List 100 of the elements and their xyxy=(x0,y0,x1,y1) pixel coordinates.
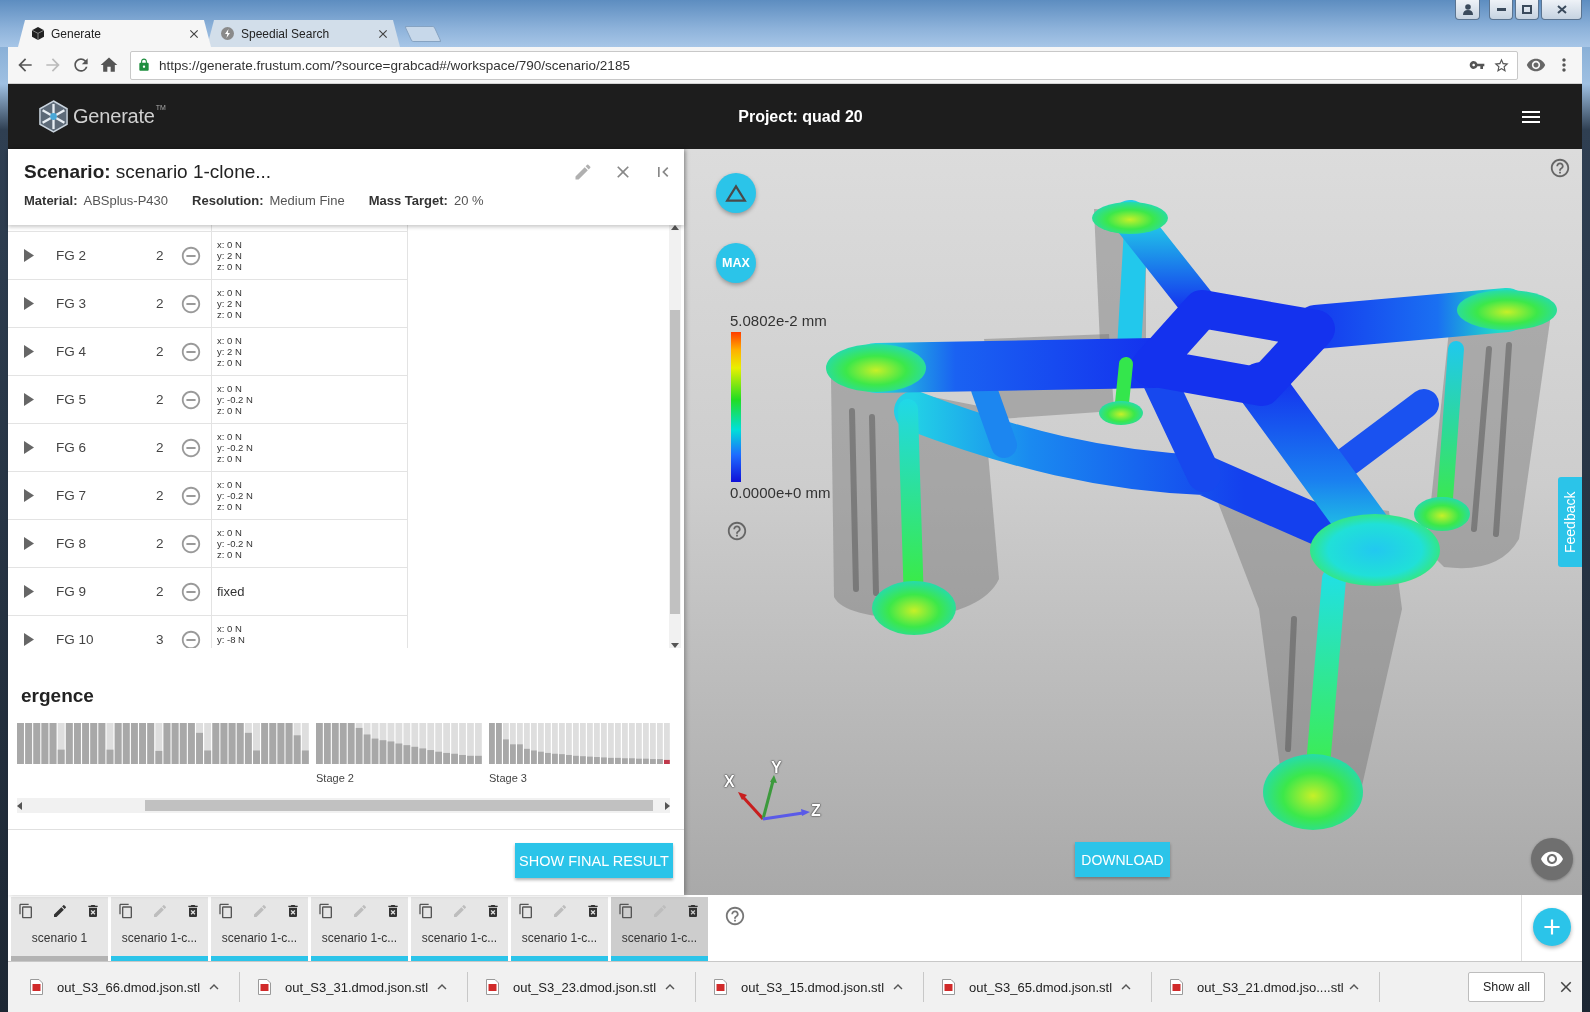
right-triangle-icon[interactable] xyxy=(24,297,34,310)
trash-icon[interactable] xyxy=(85,903,101,919)
stage-label: Stage 3 xyxy=(489,772,527,784)
force-component: y: -0.2 N xyxy=(217,394,253,405)
download-file-name[interactable]: out_S3_23.dmod.json.stl xyxy=(513,979,657,995)
download-file-name[interactable]: out_S3_15.dmod.json.stl xyxy=(741,979,885,995)
legend-max-label: 5.0802e-2 mm xyxy=(730,312,827,329)
scenario-tab[interactable]: scenario 1-c... xyxy=(111,897,208,961)
force-component: y: -0.2 N xyxy=(217,538,253,549)
right-triangle-icon[interactable] xyxy=(24,249,34,262)
trash-icon[interactable] xyxy=(385,903,401,919)
3d-viewport[interactable]: MAX 5.0802e-2 mm 0.0000e+0 mm X Y Z DOWNLOAD Feedback xyxy=(684,149,1582,895)
download-file-name[interactable]: out_S3_31.dmod.json.stl xyxy=(285,979,429,995)
force-component: x: 0 N xyxy=(217,479,242,490)
scenario-tab[interactable]: scenario 1-c... xyxy=(511,897,608,961)
scenario-tab[interactable]: scenario 1-c... xyxy=(611,897,708,961)
right-triangle-icon[interactable] xyxy=(24,537,34,550)
property-label: Material: xyxy=(24,192,78,208)
download-file-name[interactable]: out_S3_66.dmod.json.stl xyxy=(57,979,201,995)
face-count: 2 xyxy=(156,536,164,551)
address-bar[interactable]: https://generate.frustum.com/?source=grabcad#/workspace/790/scenario/2185 xyxy=(130,50,1518,80)
delta-button[interactable] xyxy=(716,173,756,213)
horizontal-scrollbar[interactable] xyxy=(17,798,670,813)
force-group-name: FG 2 xyxy=(56,248,86,263)
scenario-tab[interactable]: scenario 1 xyxy=(11,897,108,961)
right-triangle-icon[interactable] xyxy=(24,441,34,454)
vertical-scrollbar[interactable] xyxy=(669,225,681,648)
copy-icon[interactable] xyxy=(218,903,234,919)
section-title: ergence xyxy=(21,685,94,707)
copy-icon[interactable] xyxy=(18,903,34,919)
help-icon[interactable] xyxy=(724,905,746,927)
property-label: Mass Target: xyxy=(368,192,448,208)
minimize-button[interactable] xyxy=(1489,0,1513,20)
right-triangle-icon[interactable] xyxy=(24,393,34,406)
copy-icon[interactable] xyxy=(118,903,134,919)
force-component: x: 0 N xyxy=(217,527,242,538)
copy-icon[interactable] xyxy=(318,903,334,919)
force-component: x: 0 N xyxy=(217,335,242,346)
maximize-icon xyxy=(1522,5,1532,14)
force-component: x: 0 N xyxy=(217,239,242,250)
scenario-tab[interactable]: scenario 1-c... xyxy=(211,897,308,961)
force-group-name: FG 10 xyxy=(56,632,94,647)
force-group-name: FG 5 xyxy=(56,392,86,407)
property-value: Medium Fine xyxy=(269,192,345,208)
legend-min-label: 0.0000e+0 mm xyxy=(730,484,831,501)
download-file-name[interactable]: out_S3_21.dmod.jso....stl xyxy=(1197,979,1344,995)
scroll-left-arrow-icon[interactable] xyxy=(17,801,22,810)
force-component: x: 0 N xyxy=(217,287,242,298)
right-triangle-icon[interactable] xyxy=(24,585,34,598)
trash-icon[interactable] xyxy=(685,903,701,919)
face-count: 2 xyxy=(156,344,164,359)
copy-icon[interactable] xyxy=(418,903,434,919)
user-button[interactable] xyxy=(1455,0,1480,20)
force-component: x: 0 N xyxy=(217,383,242,394)
scenario-title: Scenario: scenario 1-clone... xyxy=(24,161,272,183)
trash-icon[interactable] xyxy=(485,903,501,919)
minimize-icon xyxy=(1496,8,1506,11)
download-file-name[interactable]: out_S3_65.dmod.json.stl xyxy=(969,979,1113,995)
eye-button[interactable] xyxy=(1531,838,1573,880)
pencil-icon[interactable] xyxy=(51,903,68,919)
browser-tab[interactable]: Speedial Search xyxy=(207,20,400,47)
right-triangle-icon[interactable] xyxy=(24,489,34,502)
force-component: y: 2 N xyxy=(217,298,242,309)
face-count: 2 xyxy=(156,488,164,503)
maximize-button[interactable] xyxy=(1515,0,1539,20)
copy-icon[interactable] xyxy=(518,903,534,919)
right-triangle-icon[interactable] xyxy=(24,345,34,358)
browser-tab[interactable]: Generate xyxy=(18,20,211,47)
face-count: 2 xyxy=(156,584,164,599)
scroll-down-arrow-icon[interactable] xyxy=(671,643,679,648)
force-group-name: FG 6 xyxy=(56,440,86,455)
face-count: 2 xyxy=(156,296,164,311)
force-component: x: 0 N xyxy=(217,431,242,442)
axis-label: Z xyxy=(811,802,821,820)
star-icon[interactable] xyxy=(1493,56,1510,74)
right-triangle-icon[interactable] xyxy=(24,633,34,646)
window-close-button[interactable] xyxy=(1541,0,1582,20)
property-label: Resolution: xyxy=(192,192,264,208)
show-all-button[interactable]: Show all xyxy=(1468,972,1545,1002)
scenario-tab[interactable]: scenario 1-c... xyxy=(411,897,508,961)
file-icon xyxy=(714,979,727,995)
lightning-circle-icon xyxy=(221,27,234,40)
force-component: y: 2 N xyxy=(217,250,242,261)
force-component: z: 0 N xyxy=(217,261,242,272)
scroll-right-arrow-icon[interactable] xyxy=(665,801,670,810)
help-icon[interactable] xyxy=(726,520,748,542)
file-icon xyxy=(942,979,955,995)
trash-icon[interactable] xyxy=(285,903,301,919)
trash-icon[interactable] xyxy=(585,903,601,919)
trash-icon[interactable] xyxy=(185,903,201,919)
help-icon[interactable] xyxy=(1549,157,1571,179)
scroll-up-arrow-icon[interactable] xyxy=(671,225,679,230)
file-icon xyxy=(258,979,271,995)
scenario-tab[interactable]: scenario 1-c... xyxy=(311,897,408,961)
force-component: z: 0 N xyxy=(217,549,242,560)
home-icon[interactable] xyxy=(99,55,119,75)
cube-icon xyxy=(32,27,44,40)
copy-icon[interactable] xyxy=(618,903,634,919)
reload-icon[interactable] xyxy=(71,55,91,75)
face-count: 3 xyxy=(156,632,164,647)
